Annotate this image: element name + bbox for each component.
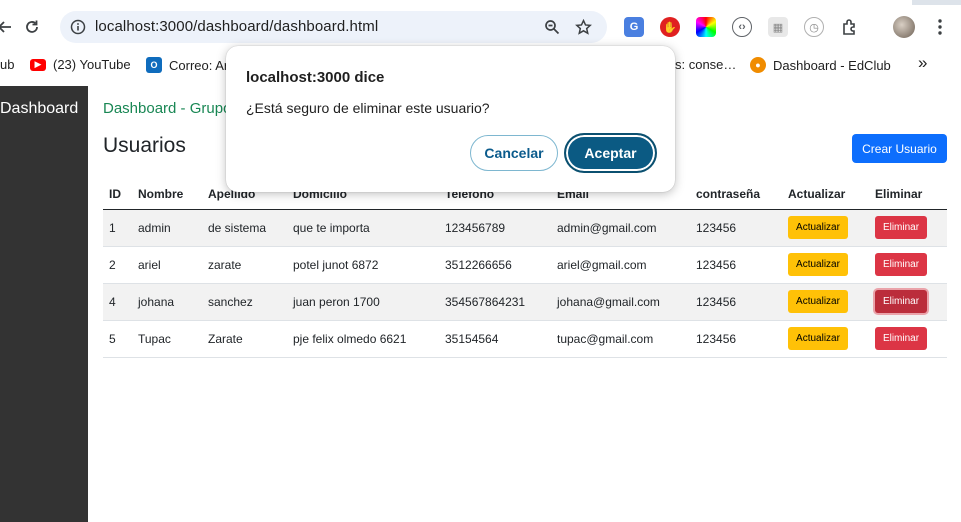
cell-contrasena: 123456 (690, 246, 782, 284)
confirm-dialog: localhost:3000 dice ¿Está seguro de elim… (226, 46, 675, 192)
page-title: Usuarios (103, 134, 186, 157)
column-header-contrasena: contraseña (690, 180, 782, 210)
active-tab-edge[interactable] (0, 0, 912, 5)
cell-nombre: johana (132, 283, 202, 321)
cell-contrasena: 123456 (690, 320, 782, 358)
cell-eliminar: Eliminar (869, 283, 947, 321)
cell-telefono: 3512266656 (439, 246, 551, 284)
cell-telefono: 123456789 (439, 209, 551, 247)
more-bookmarks-chevron-icon[interactable]: » (918, 53, 927, 73)
cancel-button[interactable]: Cancelar (470, 135, 558, 171)
cell-eliminar: Eliminar (869, 320, 947, 358)
cell-actualizar: Actualizar (782, 283, 869, 321)
cell-contrasena: 123456 (690, 283, 782, 321)
cell-telefono: 35154564 (439, 320, 551, 358)
table-row: 4 johana sanchez juan peron 1700 3545678… (103, 283, 947, 321)
column-header-nombre: Nombre (132, 180, 202, 210)
accept-button[interactable]: Aceptar (564, 133, 657, 173)
delete-button[interactable]: Eliminar (875, 253, 927, 276)
timer-extension-icon[interactable]: ◷ (804, 17, 824, 37)
cell-eliminar: Eliminar (869, 209, 947, 247)
table-row: 5 Tupac Zarate pje felix olmedo 6621 351… (103, 320, 947, 358)
update-button[interactable]: Actualizar (788, 327, 848, 350)
zoom-icon[interactable] (542, 17, 562, 37)
cell-email: admin@gmail.com (551, 209, 690, 247)
bookmark-label: ub (0, 57, 15, 72)
delete-button[interactable]: Eliminar (875, 216, 927, 239)
bookmark-star-icon[interactable] (573, 17, 593, 37)
cell-nombre: admin (132, 209, 202, 247)
profile-avatar[interactable] (893, 16, 915, 38)
cell-actualizar: Actualizar (782, 320, 869, 358)
devtools-extension-icon[interactable]: ‹› (732, 17, 752, 37)
color-picker-extension-icon[interactable] (696, 17, 716, 37)
sidebar-brand[interactable]: Dashboard (0, 100, 88, 118)
tab-strip (0, 0, 961, 5)
cell-contrasena: 123456 (690, 209, 782, 247)
outlook-icon: O (146, 57, 162, 73)
bookmark-item[interactable]: ub (0, 57, 14, 72)
bookmark-edclub[interactable]: ● Dashboard - EdClub (750, 57, 891, 73)
users-table: ID Nombre Apellido Domicilio Teléfono Em… (103, 180, 947, 358)
cell-apellido: sanchez (202, 283, 287, 321)
cell-eliminar: Eliminar (869, 246, 947, 284)
cell-telefono: 354567864231 (439, 283, 551, 321)
sidebar: Dashboard (0, 86, 88, 522)
translate-extension-icon[interactable]: G (624, 17, 644, 37)
create-user-button[interactable]: Crear Usuario (852, 134, 947, 163)
cell-actualizar: Actualizar (782, 209, 869, 247)
bookmark-label: Dashboard - EdClub (773, 57, 891, 73)
cell-domicilio: pje felix olmedo 6621 (287, 320, 439, 358)
cell-id: 2 (103, 246, 132, 284)
cell-email: johana@gmail.com (551, 283, 690, 321)
url-text[interactable]: localhost:3000/dashboard/dashboard.html (95, 18, 378, 35)
column-header-eliminar: Eliminar (869, 180, 947, 210)
column-header-actualizar: Actualizar (782, 180, 869, 210)
cell-apellido: de sistema (202, 209, 287, 247)
dialog-message: ¿Está seguro de eliminar este usuario? (246, 100, 490, 116)
reload-icon[interactable] (21, 16, 43, 38)
cell-domicilio: que te importa (287, 209, 439, 247)
cell-email: tupac@gmail.com (551, 320, 690, 358)
update-button[interactable]: Actualizar (788, 290, 848, 313)
youtube-icon: ▶ (30, 58, 46, 71)
cell-actualizar: Actualizar (782, 246, 869, 284)
dialog-title: localhost:3000 dice (246, 69, 385, 86)
grid-extension-icon[interactable]: ▦ (768, 17, 788, 37)
delete-button[interactable]: Eliminar (875, 327, 927, 350)
update-button[interactable]: Actualizar (788, 253, 848, 276)
cell-domicilio: potel junot 6872 (287, 246, 439, 284)
table-row: 2 ariel zarate potel junot 6872 35122666… (103, 246, 947, 284)
bookmark-youtube[interactable]: ▶ (23) YouTube (30, 57, 131, 72)
bookmark-outlook[interactable]: O Correo: Ar (146, 57, 228, 73)
bookmark-label: (23) YouTube (53, 57, 131, 72)
kebab-menu-icon[interactable] (929, 16, 951, 38)
site-info-icon[interactable] (68, 17, 88, 37)
column-header-id: ID (103, 180, 132, 210)
back-icon[interactable] (0, 16, 16, 38)
cell-domicilio: juan peron 1700 (287, 283, 439, 321)
delete-button[interactable]: Eliminar (875, 290, 927, 313)
address-bar[interactable]: localhost:3000/dashboard/dashboard.html (60, 11, 607, 43)
extensions-puzzle-icon[interactable] (840, 17, 860, 37)
bookmark-item[interactable]: s: conse… (675, 57, 736, 72)
adblock-extension-icon[interactable]: ✋ (660, 17, 680, 37)
cell-apellido: Zarate (202, 320, 287, 358)
cell-id: 4 (103, 283, 132, 321)
cell-apellido: zarate (202, 246, 287, 284)
cell-email: ariel@gmail.com (551, 246, 690, 284)
bookmark-label: Correo: Ar (169, 57, 229, 73)
cell-id: 1 (103, 209, 132, 247)
cell-nombre: ariel (132, 246, 202, 284)
table-row: 1 admin de sistema que te importa 123456… (103, 209, 947, 247)
cell-id: 5 (103, 320, 132, 358)
bookmark-label: s: conse… (675, 57, 737, 72)
breadcrumb: Dashboard - Grupo (103, 100, 232, 117)
cell-nombre: Tupac (132, 320, 202, 358)
edclub-icon: ● (750, 57, 766, 73)
update-button[interactable]: Actualizar (788, 216, 848, 239)
